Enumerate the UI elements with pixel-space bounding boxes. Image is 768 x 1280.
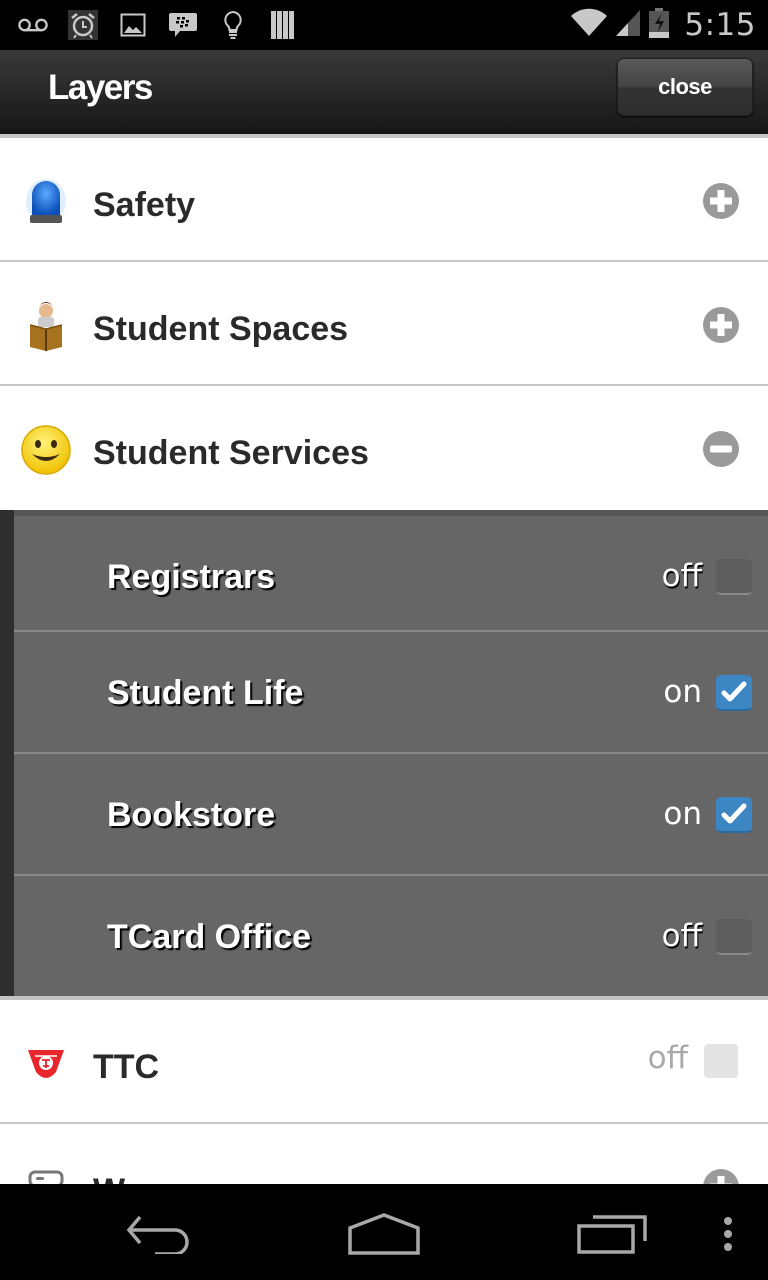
sublayer-row-bookstore[interactable]: Bookstore on: [14, 754, 768, 876]
checkmark-icon: [721, 803, 747, 824]
sublayer-checkbox[interactable]: [716, 675, 752, 711]
navigation-bar: [0, 1184, 768, 1280]
close-button[interactable]: close: [617, 58, 753, 116]
sublayer-row-registrars[interactable]: Registrars off: [14, 516, 768, 632]
sublayer-row-student-life[interactable]: Student Life on: [14, 632, 768, 754]
back-icon[interactable]: [120, 1210, 200, 1258]
sublayer-label: TCard Office: [107, 918, 312, 956]
sublayer-label: Bookstore: [107, 796, 276, 834]
lightbulb-icon: [218, 10, 248, 40]
action-bar: Layers close: [0, 50, 768, 134]
layer-checkbox[interactable]: [704, 1044, 738, 1078]
expand-plus-icon[interactable]: [702, 182, 740, 220]
alarm-icon: [68, 10, 98, 40]
status-bar: 5:15: [0, 0, 768, 50]
smiley-icon: [20, 424, 72, 476]
overflow-menu-icon[interactable]: [716, 1210, 740, 1258]
sublayer-state: off: [661, 918, 702, 954]
layers-screen: 5:15 Layers close Safety Student Spaces: [0, 0, 768, 1280]
sublayer-state: on: [663, 796, 702, 832]
layer-row-safety[interactable]: Safety: [0, 138, 768, 262]
sublayer-state: on: [663, 674, 702, 710]
voicemail-icon: [18, 10, 48, 40]
gallery-icon: [118, 10, 148, 40]
checkmark-icon: [721, 681, 747, 702]
battery-charging-icon: [648, 7, 670, 44]
sublayer-row-tcard-office[interactable]: TCard Office off: [14, 876, 768, 996]
expand-plus-icon[interactable]: [702, 306, 740, 344]
bbm-icon: [168, 10, 198, 40]
layer-row-student-spaces[interactable]: Student Spaces: [0, 262, 768, 386]
sublayer-label: Student Life: [107, 674, 304, 712]
sublayer-checkbox[interactable]: [716, 559, 752, 595]
recent-apps-icon[interactable]: [572, 1210, 652, 1258]
clock: 5:15: [684, 7, 756, 43]
page-title: Layers: [48, 68, 153, 107]
layer-label: Safety: [93, 186, 196, 224]
sublayer-checkbox[interactable]: [716, 919, 752, 955]
siren-icon: [20, 176, 72, 228]
wifi-icon: [570, 8, 608, 43]
student-reading-icon: [20, 300, 72, 352]
collapse-minus-icon[interactable]: [702, 430, 740, 468]
layer-label: TTC: [93, 1048, 160, 1086]
sublayer-label: Registrars: [107, 558, 276, 596]
sublayer-checkbox[interactable]: [716, 797, 752, 833]
signal-icon: [614, 8, 642, 43]
layer-row-student-services[interactable]: Student Services: [0, 386, 768, 510]
barcode-icon: [268, 10, 298, 40]
student-services-sublayers: Registrars off Student Life on Bookstore…: [0, 510, 768, 996]
layers-list: Safety Student Spaces Student Services R…: [0, 138, 768, 1248]
layer-row-ttc[interactable]: TTC off: [0, 1000, 768, 1124]
layer-state: off: [647, 1040, 688, 1076]
layer-label: Student Services: [93, 434, 369, 472]
ttc-logo-icon: [20, 1038, 72, 1090]
layer-label: Student Spaces: [93, 310, 349, 348]
sublayer-state: off: [661, 558, 702, 594]
home-icon[interactable]: [344, 1210, 424, 1258]
